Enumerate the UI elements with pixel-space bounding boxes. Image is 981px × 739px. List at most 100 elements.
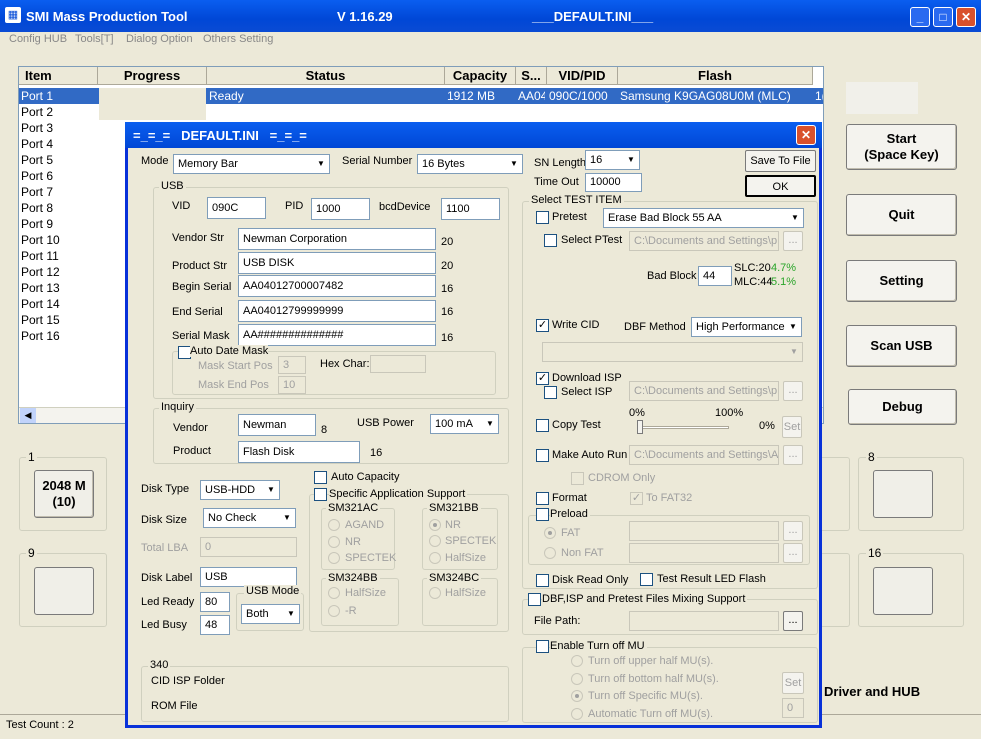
led-ready-input[interactable]: 80 [200, 592, 230, 612]
col-item[interactable]: Item [19, 67, 98, 85]
timeout-input[interactable]: 10000 [585, 173, 642, 192]
to-fat32-checkbox[interactable]: ✓ [630, 492, 643, 505]
mu-specific-radio[interactable] [571, 690, 583, 702]
disk-label-input[interactable]: USB [200, 567, 297, 587]
port-1[interactable]: Port 1 [21, 88, 53, 104]
slot-8[interactable] [873, 470, 933, 518]
spectek2-radio[interactable] [429, 535, 441, 547]
port-4[interactable]: Port 4 [21, 136, 53, 152]
port-10[interactable]: Port 10 [21, 232, 60, 248]
preload-checkbox[interactable] [536, 508, 549, 521]
chevron-down-icon[interactable]: ▼ [279, 509, 295, 527]
col-progress[interactable]: Progress [98, 67, 207, 85]
auto-run-checkbox[interactable] [536, 449, 549, 462]
copy-slider-thumb[interactable] [637, 420, 643, 434]
select-isp-checkbox[interactable] [544, 386, 557, 399]
vendor-str-input[interactable]: Newman Corporation [238, 228, 436, 250]
usb-mode-select[interactable]: Both ▼ [241, 604, 300, 624]
mask-end-input[interactable]: 10 [278, 376, 306, 394]
port-9[interactable]: Port 9 [21, 216, 53, 232]
port-5[interactable]: Port 5 [21, 152, 53, 168]
ptest-path-input[interactable]: C:\Documents and Settings\p [629, 231, 779, 251]
bad-block-input[interactable]: 44 [698, 266, 732, 286]
port-2[interactable]: Port 2 [21, 104, 53, 120]
port-15[interactable]: Port 15 [21, 312, 60, 328]
dbf-method-select[interactable]: High Performance ▼ [691, 317, 802, 337]
menu-dialog-option[interactable]: Dialog Option [126, 33, 193, 45]
agand-radio[interactable] [328, 519, 340, 531]
chevron-down-icon[interactable]: ▼ [283, 605, 299, 623]
halfsize-radio[interactable] [429, 552, 441, 564]
dbf-file-select[interactable]: ▼ [542, 342, 803, 362]
sn-length-select[interactable]: 16 ▼ [585, 150, 640, 170]
fat-path-input[interactable] [629, 521, 779, 541]
close-button[interactable]: ✕ [956, 7, 976, 27]
mode-select[interactable]: Memory Bar ▼ [173, 154, 330, 174]
setting-button[interactable]: Setting [846, 260, 957, 302]
begin-serial-input[interactable]: AA04012700007482 [238, 275, 436, 297]
slot-16[interactable] [873, 567, 933, 615]
specific-app-checkbox[interactable] [314, 488, 327, 501]
port-6[interactable]: Port 6 [21, 168, 53, 184]
save-to-file-button[interactable]: Save To File [745, 150, 816, 172]
chevron-down-icon[interactable]: ▼ [785, 318, 801, 336]
autorun-path-input[interactable]: C:\Documents and Settings\A [629, 445, 779, 465]
non-fat-path-input[interactable] [629, 543, 779, 563]
port-11[interactable]: Port 11 [21, 248, 59, 264]
copy-set-button[interactable]: Set [782, 416, 802, 438]
halfsize2-radio[interactable] [328, 587, 340, 599]
non-fat-radio[interactable] [544, 547, 556, 559]
file-path-input[interactable] [629, 611, 779, 631]
col-vidpid[interactable]: VID/PID [547, 67, 618, 85]
port-13[interactable]: Port 13 [21, 280, 60, 296]
col-status[interactable]: Status [207, 67, 445, 85]
isp-path-input[interactable]: C:\Documents and Settings\p [629, 381, 779, 401]
pid-input[interactable]: 1000 [311, 198, 370, 220]
nr-radio[interactable] [328, 536, 340, 548]
mu-auto-radio[interactable] [571, 708, 583, 720]
inquiry-product-input[interactable]: Flash Disk [238, 441, 360, 463]
col-capacity[interactable]: Capacity [445, 67, 516, 85]
menu-tools[interactable]: Tools[T] [75, 33, 114, 45]
bcd-input[interactable]: 1100 [441, 198, 500, 220]
format-checkbox[interactable] [536, 492, 549, 505]
chevron-down-icon[interactable]: ▼ [623, 151, 639, 169]
r-radio[interactable] [328, 605, 340, 617]
fat-radio[interactable] [544, 527, 556, 539]
ptest-browse-button[interactable]: ... [783, 231, 803, 251]
write-cid-checkbox[interactable]: ✓ [536, 319, 549, 332]
chevron-down-icon[interactable]: ▼ [506, 155, 522, 173]
autorun-browse-button[interactable]: ... [783, 445, 803, 465]
pretest-checkbox[interactable] [536, 211, 549, 224]
disk-read-only-checkbox[interactable] [536, 574, 549, 587]
ok-button[interactable]: OK [745, 175, 816, 197]
mu-set-button[interactable]: Set [782, 672, 804, 694]
usb-power-select[interactable]: 100 mA ▼ [430, 414, 499, 434]
mu-upper-radio[interactable] [571, 655, 583, 667]
quit-button[interactable]: Quit [846, 194, 957, 236]
menu-config-hub[interactable]: Config HUB [9, 33, 67, 45]
chevron-down-icon[interactable]: ▼ [786, 343, 802, 361]
scan-usb-button[interactable]: Scan USB [846, 325, 957, 367]
product-str-input[interactable]: USB DISK [238, 252, 436, 274]
inquiry-vendor-input[interactable]: Newman [238, 414, 316, 436]
vid-input[interactable]: 090C [207, 197, 266, 219]
disk-type-select[interactable]: USB-HDD ▼ [200, 480, 280, 500]
select-ptest-checkbox[interactable] [544, 234, 557, 247]
disk-size-select[interactable]: No Check ▼ [203, 508, 296, 528]
chevron-down-icon[interactable]: ▼ [313, 155, 329, 173]
port-12[interactable]: Port 12 [21, 264, 60, 280]
copy-test-checkbox[interactable] [536, 419, 549, 432]
mask-start-input[interactable]: 3 [278, 356, 306, 374]
port-8[interactable]: Port 8 [21, 200, 53, 216]
chevron-down-icon[interactable]: ▼ [482, 415, 498, 433]
led-busy-input[interactable]: 48 [200, 615, 230, 635]
chevron-down-icon[interactable]: ▼ [263, 481, 279, 499]
serial-mask-input[interactable]: AA############## [238, 324, 436, 346]
menu-others-setting[interactable]: Others Setting [203, 33, 273, 45]
end-serial-input[interactable]: AA04012799999999 [238, 300, 436, 322]
dialog-close-button[interactable]: ✕ [796, 125, 816, 145]
port-3[interactable]: Port 3 [21, 120, 53, 136]
download-isp-checkbox[interactable]: ✓ [536, 372, 549, 385]
auto-capacity-checkbox[interactable] [314, 471, 327, 484]
